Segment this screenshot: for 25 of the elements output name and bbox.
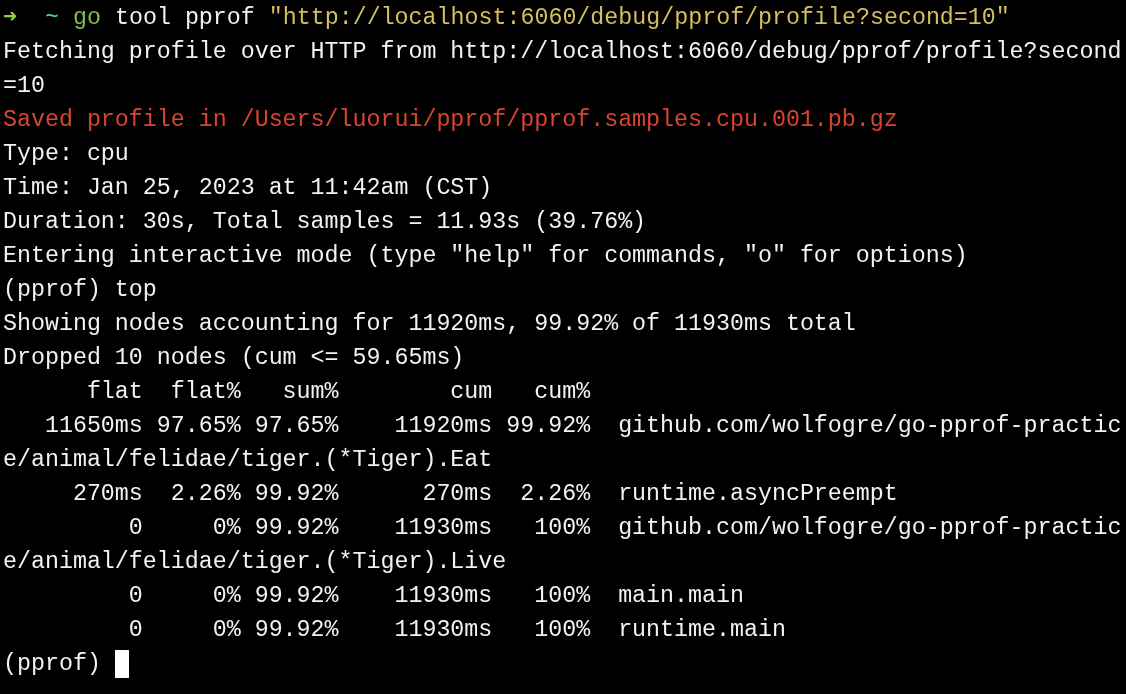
output-line: Time: Jan 25, 2023 at 11:42am (CST) [3, 174, 493, 203]
current-directory: ~ [45, 4, 59, 33]
output-line: Showing nodes accounting for 11920ms, 99.92% of 11930ms total [3, 310, 856, 339]
output-line: =10 [3, 72, 45, 101]
output-line: flat flat% sum% cum cum% [85, 378, 591, 407]
output-line: 270ms 2.26% 99.92% 270ms 2.26% runtime.asyncPreempt [71, 480, 898, 509]
error-message: Saved profile in /Users/luorui/pprof/pprof.samples.cpu.001.pb.gz [3, 106, 898, 135]
output-line: Dropped 10 nodes (cum <= 59.65ms) [3, 344, 465, 373]
output-line: Duration: 30s, Total samples = 11.93s (39.76%) [3, 208, 647, 237]
output-line: 0 0% 99.92% 11930ms 100% main.main [127, 582, 744, 611]
output-line: 11650ms 97.65% 97.65% 11920ms 99.92% github.com/wolfogre/go-pprof-practic [43, 412, 1122, 441]
output-line: (pprof) top [3, 276, 157, 305]
output-line: e/animal/felidae/tiger.(*Tiger).Eat [3, 446, 493, 475]
prompt-arrow: ➜ [3, 4, 18, 33]
output-line: 0 0% 99.92% 11930ms 100% runtime.main [127, 616, 786, 645]
text-cursor [114, 649, 129, 678]
output-line: Type: cpu [3, 140, 129, 169]
command-arguments: tool pprof [115, 4, 255, 33]
output-line: e/animal/felidae/tiger.(*Tiger).Live [3, 548, 507, 577]
command-name: go [73, 4, 101, 33]
command-url: "http://localhost:6060/debug/pprof/profile?second=10" [268, 4, 1010, 33]
output-line: 0 0% 99.92% 11930ms 100% github.com/wolfogre/go-pprof-practic [127, 514, 1122, 543]
output-line: Fetching profile over HTTP from http://localhost:6060/debug/pprof/profile?second [3, 38, 1122, 67]
pprof-prompt: (pprof) [3, 650, 101, 679]
output-line: Entering interactive mode (type "help" for commands, "o" for options) [3, 242, 968, 271]
